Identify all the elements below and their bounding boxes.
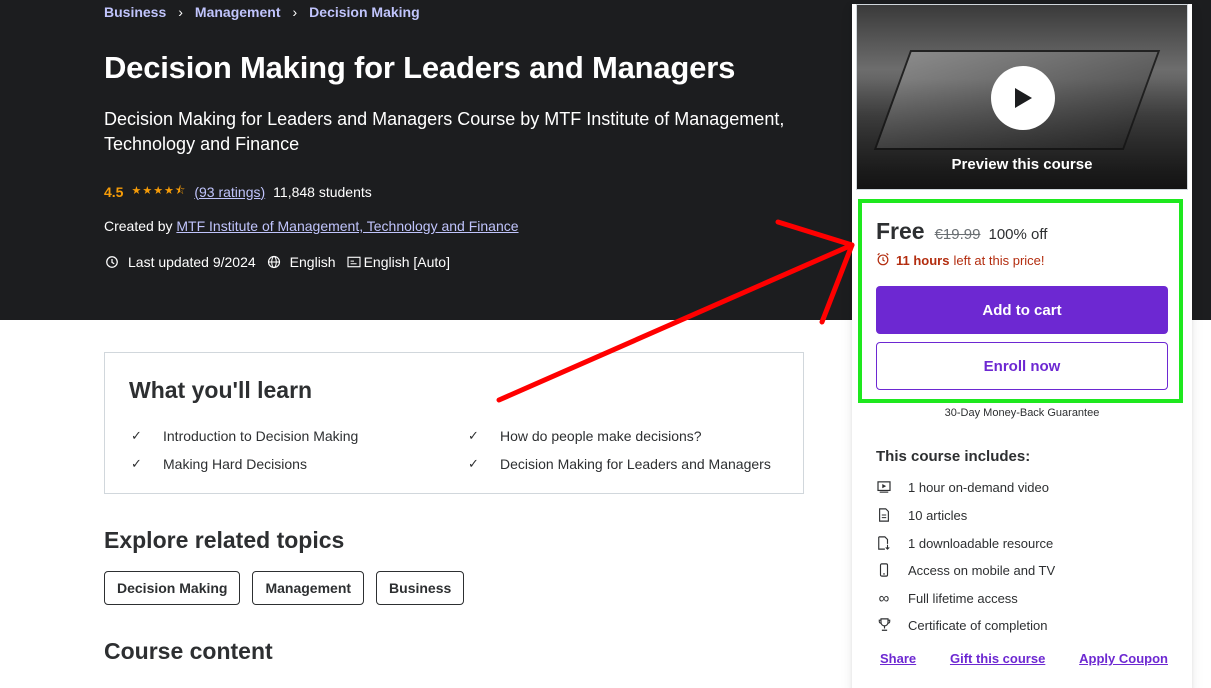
check-icon: ✓ [468,428,479,443]
apply-coupon-link[interactable]: Apply Coupon [1079,651,1168,666]
last-updated: Last updated 9/2024 [128,254,256,270]
breadcrumb-business[interactable]: Business [104,4,166,20]
author-link[interactable]: MTF Institute of Management, Technology … [176,218,518,234]
what-youll-learn-box: What you'll learn ✓ Introduction to Deci… [104,352,804,494]
alert-clock-icon [104,254,120,270]
preview-label: Preview this course [951,156,1093,173]
learn-item-label: Introduction to Decision Making [163,428,359,444]
language: English [289,254,336,270]
video-icon [876,479,892,495]
course-subtitle: Decision Making for Leaders and Managers… [104,109,785,154]
play-icon[interactable] [991,66,1055,130]
breadcrumb-decision-making[interactable]: Decision Making [309,4,419,20]
check-icon: ✓ [468,456,479,471]
include-label: 1 downloadable resource [908,535,1054,551]
sidebar-links: Share Gift this course Apply Coupon [880,651,1168,666]
learn-item: ✓ Making Hard Decisions [131,456,307,472]
gift-course-link[interactable]: Gift this course [950,651,1045,666]
related-topics-title: Explore related topics [104,527,345,553]
created-by-label: Created by [104,218,173,234]
created-by-row: Created by MTF Institute of Management, … [104,218,519,234]
article-icon [876,507,892,523]
include-item: Access on mobile and TV [876,562,1055,578]
include-item: ∞ Full lifetime access [876,589,1018,607]
mobile-icon [876,562,892,578]
course-content-title: Course content [104,638,273,664]
star-rating-icon: ★★★★⯪ [131,185,187,197]
related-topics-list: Decision Making Management Business [104,571,476,605]
breadcrumb: Business › Management › Decision Making [104,4,420,20]
topic-chip-management[interactable]: Management [252,571,365,605]
share-link[interactable]: Share [880,651,916,666]
captions-language: English [Auto] [363,254,450,270]
globe-icon [266,254,282,270]
course-preview-video[interactable]: Preview this course [856,4,1188,190]
page-title: Decision Making for Leaders and Managers [104,50,736,85]
chevron-right-icon: › [292,4,298,20]
include-item: 1 downloadable resource [876,535,1053,551]
check-icon: ✓ [131,428,142,443]
money-back-guarantee: 30-Day Money-Back Guarantee [944,407,1100,419]
includes-title: This course includes: [876,448,1031,465]
topic-chip-business[interactable]: Business [376,571,465,605]
captions-icon [346,254,362,270]
include-item: 1 hour on-demand video [876,479,1049,495]
infinity-icon: ∞ [878,589,890,607]
include-label: Access on mobile and TV [908,562,1056,578]
learn-section-title: What you'll learn [129,377,313,403]
include-item: 10 articles [876,507,967,523]
learn-item-label: How do people make decisions? [500,428,702,444]
rating-value: 4.5 [104,183,124,200]
ratings-count-link[interactable]: (93 ratings) [194,184,265,200]
breadcrumb-management[interactable]: Management [195,4,281,20]
topic-chip-decision-making[interactable]: Decision Making [104,571,241,605]
include-label: Certificate of completion [908,617,1048,633]
learn-item: ✓ Decision Making for Leaders and Manage… [468,456,771,472]
highlight-annotation-box [858,199,1183,403]
learn-item: ✓ Introduction to Decision Making [131,428,358,444]
include-label: Full lifetime access [908,590,1018,606]
learn-item-label: Making Hard Decisions [163,456,307,472]
course-meta-row: Last updated 9/2024 English English [Aut… [104,254,460,270]
check-icon: ✓ [131,456,142,471]
include-label: 10 articles [908,507,968,523]
learn-item-label: Decision Making for Leaders and Managers [500,456,771,472]
learn-item: ✓ How do people make decisions? [468,428,702,444]
chevron-right-icon: › [178,4,183,20]
download-file-icon [876,535,892,551]
students-count: 11,848 students [273,183,372,200]
rating-row: 4.5 ★★★★⯪ (93 ratings) 11,848 students [104,182,372,201]
include-label: 1 hour on-demand video [908,479,1049,495]
trophy-icon [876,617,892,633]
include-item: Certificate of completion [876,617,1047,633]
